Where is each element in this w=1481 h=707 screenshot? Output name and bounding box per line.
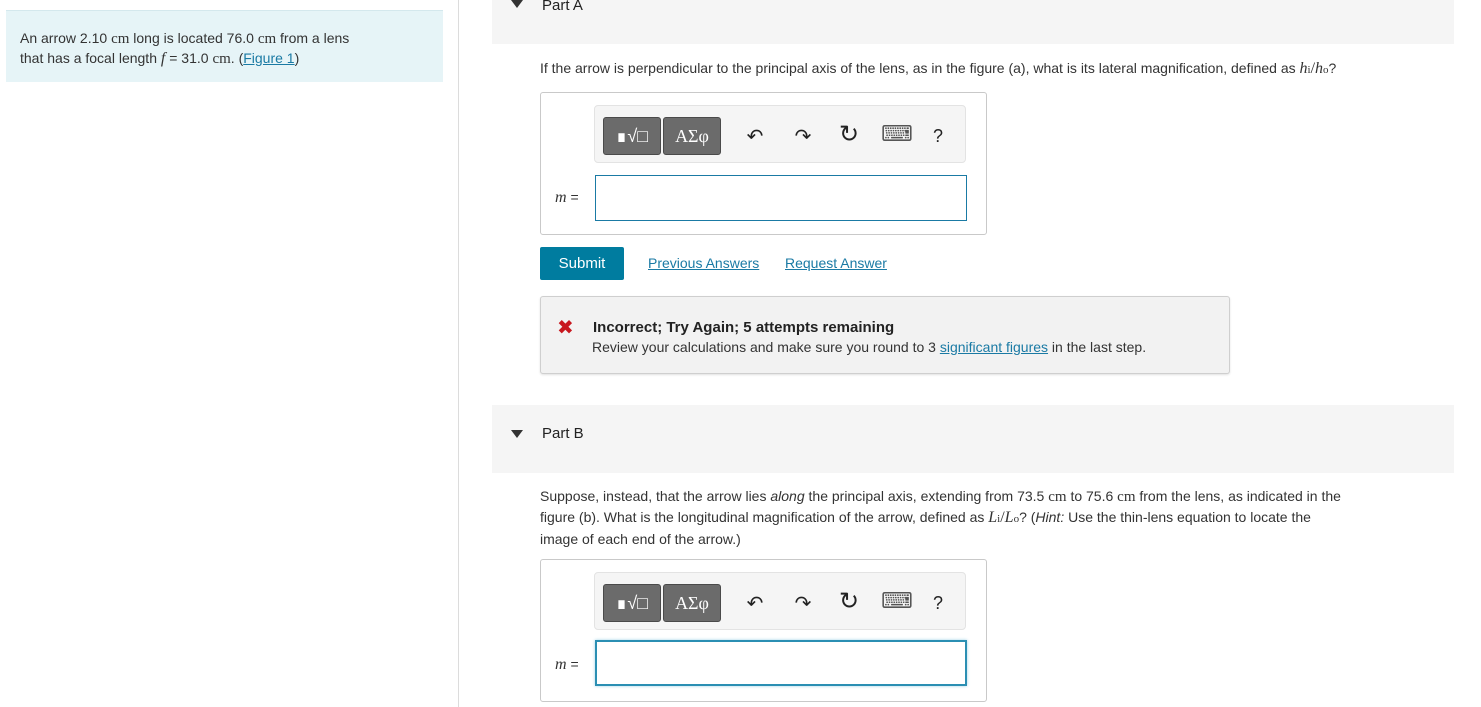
problem-line-2: that has a focal length f = 31.0 cm. (Fi… xyxy=(20,50,300,67)
redo-icon[interactable]: ↷ xyxy=(791,124,815,149)
part-b-question-line-2: figure (b). What is the longitudinal mag… xyxy=(540,509,1311,526)
part-a-question: If the arrow is perpendicular to the pri… xyxy=(540,60,1337,77)
undo-icon[interactable]: ↶ xyxy=(743,591,767,616)
feedback-title: Incorrect; Try Again; 5 attempts remaini… xyxy=(593,319,895,336)
part-b-question: Suppose, instead, that the arrow lies al… xyxy=(540,486,1455,549)
m-label: m = xyxy=(555,656,579,673)
part-a-header[interactable]: Part A xyxy=(492,0,1454,44)
answer-input[interactable] xyxy=(595,640,967,686)
m-label: m = xyxy=(555,189,579,206)
incorrect-x-icon: ✖ xyxy=(557,317,574,339)
problem-panel: An arrow 2.10 cm long is located 76.0 cm… xyxy=(0,0,459,707)
undo-icon[interactable]: ↶ xyxy=(743,124,767,149)
problem-line-1: An arrow 2.10 cm long is located 76.0 cm… xyxy=(20,30,350,47)
redo-icon[interactable]: ↷ xyxy=(791,591,815,616)
collapse-triangle-icon[interactable] xyxy=(511,0,523,8)
part-a-label: Part A xyxy=(542,0,583,14)
part-a-answer-box: ∎√□ ΑΣφ ↶ ↷ ↻ ⌨ ? m = xyxy=(540,92,987,235)
templates-button[interactable]: ∎√□ xyxy=(603,584,661,622)
problem-statement: An arrow 2.10 cm long is located 76.0 cm… xyxy=(6,10,443,82)
feedback-box: ✖ Incorrect; Try Again; 5 attempts remai… xyxy=(540,296,1230,374)
significant-figures-link[interactable]: significant figures xyxy=(940,339,1048,355)
part-b-question-line-3: image of each end of the arrow.) xyxy=(540,531,741,547)
submit-button[interactable]: Submit xyxy=(540,247,624,280)
part-b-header[interactable]: Part B xyxy=(492,405,1454,473)
collapse-triangle-icon[interactable] xyxy=(511,430,523,438)
greek-symbols-button[interactable]: ΑΣφ xyxy=(663,117,721,155)
part-b-answer-box: ∎√□ ΑΣφ ↶ ↷ ↻ ⌨ ? m = xyxy=(540,559,987,702)
math-toolbar: ∎√□ ΑΣφ ↶ ↷ ↻ ⌨ ? xyxy=(594,572,966,630)
answer-input[interactable] xyxy=(595,175,967,221)
keyboard-icon[interactable]: ⌨ xyxy=(881,588,913,614)
help-icon[interactable]: ? xyxy=(926,126,950,147)
figure-1-link[interactable]: Figure 1 xyxy=(243,50,294,66)
math-toolbar: ∎√□ ΑΣφ ↶ ↷ ↻ ⌨ ? xyxy=(594,105,966,163)
feedback-text: Review your calculations and make sure y… xyxy=(592,339,1147,355)
part-b-label: Part B xyxy=(542,425,584,442)
reset-icon[interactable]: ↻ xyxy=(837,120,861,149)
reset-icon[interactable]: ↻ xyxy=(837,587,861,616)
templates-button[interactable]: ∎√□ xyxy=(603,117,661,155)
previous-answers-link[interactable]: Previous Answers xyxy=(648,255,759,271)
greek-symbols-button[interactable]: ΑΣφ xyxy=(663,584,721,622)
part-b-question-line-1: Suppose, instead, that the arrow lies al… xyxy=(540,488,1341,505)
request-answer-link[interactable]: Request Answer xyxy=(785,255,887,271)
keyboard-icon[interactable]: ⌨ xyxy=(881,121,913,147)
help-icon[interactable]: ? xyxy=(926,593,950,614)
